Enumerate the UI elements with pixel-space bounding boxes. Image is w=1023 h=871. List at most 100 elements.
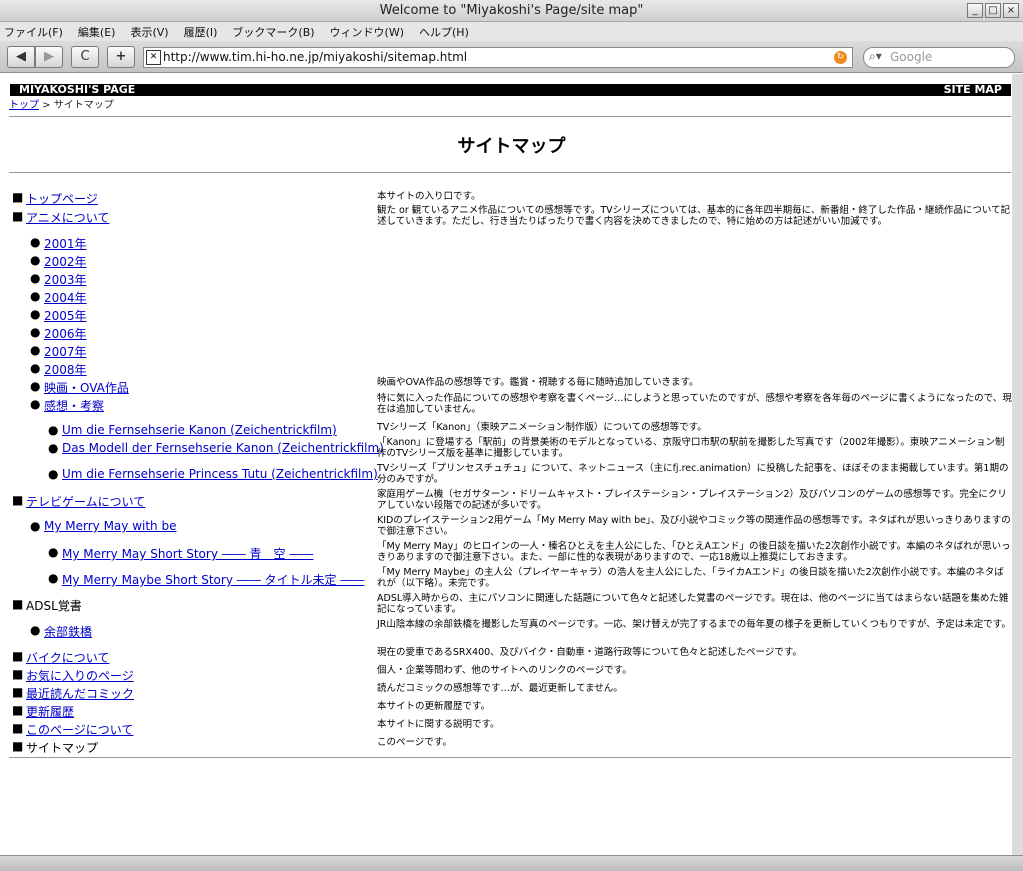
entry-description: KIDのプレイステーション2用ゲーム「My Merry May with be」… — [377, 515, 1011, 537]
entry-link[interactable]: My Merry May Short Story ―― 青 空 ―― — [62, 545, 313, 562]
circle-bullet-icon: ● — [30, 307, 41, 321]
entry-link[interactable]: バイクについて — [26, 649, 109, 666]
circle-bullet-icon: ● — [30, 325, 41, 339]
close-icon[interactable]: × — [1003, 3, 1019, 18]
page-favicon-icon: ✕ — [146, 50, 161, 65]
entry-description: 観た or 観ているアニメ作品についての感想等です。TVシリーズについては、基本… — [377, 205, 1011, 227]
entry-link[interactable]: 2005年 — [44, 307, 87, 324]
entry-link[interactable]: 映画・OVA作品 — [44, 379, 129, 396]
forward-button[interactable]: ▶ — [35, 46, 63, 68]
browser-toolbar: ◀ ▶ C + ✕ http://www.tim.hi-ho.ne.jp/miy… — [0, 41, 1023, 73]
entry-description: JR山陰本線の余部鉄橋を撮影した写真のページです。一応、架け替えが完了するまでの… — [377, 619, 1011, 630]
entry-link[interactable]: 感想・考察 — [44, 397, 104, 414]
square-bullet-icon: ■ — [12, 209, 24, 223]
section-name: SITE MAP — [943, 83, 1002, 96]
circle-bullet-icon: ● — [48, 441, 59, 455]
entry-description: 個人・企業等問わず、他のサイトへのリンクのページです。 — [377, 665, 632, 676]
entry-link[interactable]: Um die Fernsehserie Princess Tutu (Zeich… — [62, 467, 378, 481]
entry-description: 読んだコミックの感想等です…が、最近更新してません。 — [377, 683, 623, 694]
entry-link[interactable]: 余部鉄橋 — [44, 623, 92, 640]
entry-description: TVシリーズ「プリンセスチュチュ」について、ネットニュース（主にfj.rec.a… — [377, 463, 1009, 485]
search-placeholder: Google — [890, 50, 933, 64]
entry-link[interactable]: 2003年 — [44, 271, 87, 288]
rss-icon[interactable]: ↻ — [834, 51, 847, 64]
divider — [9, 172, 1011, 173]
entry-link[interactable]: 2002年 — [44, 253, 87, 270]
window-controls: _ □ × — [967, 3, 1019, 18]
entry-label: ADSL覚書 — [26, 599, 82, 613]
circle-bullet-icon: ● — [30, 271, 41, 285]
square-bullet-icon: ■ — [12, 739, 24, 753]
entry-link[interactable]: 更新履歴 — [26, 703, 74, 720]
circle-bullet-icon: ● — [30, 623, 41, 637]
circle-bullet-icon: ● — [30, 397, 41, 411]
entry-link[interactable]: アニメについて — [26, 209, 109, 226]
entry-description: ADSL導入時からの、主にパソコンに関連した話題について色々と記述した覚書のペー… — [377, 593, 1009, 615]
entry-link[interactable]: お気に入りのページ — [26, 667, 134, 684]
reload-button[interactable]: C — [71, 46, 99, 68]
breadcrumb-current: サイトマップ — [53, 100, 114, 111]
breadcrumb-home-link[interactable]: トップ — [9, 100, 39, 111]
status-bar — [0, 855, 1023, 871]
entry-description: 現在の愛車であるSRX400、及びバイク・自動車・道路行政等について色々と記述し… — [377, 647, 802, 658]
entry-description: 特に気に入った作品についての感想や考察を書くページ…にしようと思っていたのですが… — [377, 393, 1012, 415]
divider — [9, 757, 1011, 758]
square-bullet-icon: ■ — [12, 703, 24, 717]
circle-bullet-icon: ● — [48, 545, 59, 559]
entry-link[interactable]: My Merry May with be — [44, 519, 176, 533]
square-bullet-icon: ■ — [12, 667, 24, 681]
menu-history[interactable]: 履歴(I) — [184, 24, 218, 40]
entry-label: サイトマップ — [26, 741, 99, 755]
search-field[interactable]: ⌕▾ Google — [863, 47, 1015, 68]
circle-bullet-icon: ● — [30, 253, 41, 267]
circle-bullet-icon: ● — [48, 423, 59, 437]
entry-description: 「My Merry Maybe」の主人公（プレイヤーキャラ）の浩人を主人公にした… — [377, 567, 1004, 589]
entry-link[interactable]: My Merry Maybe Short Story ―― タイトル未定 ―― — [62, 571, 364, 588]
entry-description: 「Kanon」に登場する「駅前」の背景美術のモデルとなっている、京阪守口市駅の駅… — [377, 437, 1005, 459]
square-bullet-icon: ■ — [12, 649, 24, 663]
square-bullet-icon: ■ — [12, 597, 24, 611]
back-button[interactable]: ◀ — [7, 46, 35, 68]
address-bar[interactable]: ✕ http://www.tim.hi-ho.ne.jp/miyakoshi/s… — [143, 47, 853, 68]
menu-bookmarks[interactable]: ブックマーク(B) — [232, 24, 314, 40]
square-bullet-icon: ■ — [12, 190, 24, 204]
page-content: MIYAKOSHI'S PAGE SITE MAP トップ > サイトマップ サ… — [0, 74, 1023, 855]
entry-link[interactable]: トップページ — [26, 190, 98, 207]
entry-description: 本サイトの入り口です。 — [377, 191, 481, 202]
entry-link[interactable]: Das Modell der Fernsehserie Kanon (Zeich… — [62, 441, 384, 455]
entry-link[interactable]: Um die Fernsehserie Kanon (Zeichentrickf… — [62, 423, 337, 437]
minimize-icon[interactable]: _ — [967, 3, 983, 18]
site-header-bar: MIYAKOSHI'S PAGE SITE MAP — [10, 83, 1011, 96]
entry-link[interactable]: 2006年 — [44, 325, 87, 342]
site-name: MIYAKOSHI'S PAGE — [19, 83, 136, 96]
window-title: Welcome to "Miyakoshi's Page/site map" — [379, 3, 644, 18]
page-title: サイトマップ — [457, 136, 566, 157]
menu-bar: ファイル(F) 編集(E) 表示(V) 履歴(I) ブックマーク(B) ウィンド… — [0, 22, 1023, 41]
entry-link[interactable]: 2008年 — [44, 361, 87, 378]
entry-link[interactable]: このページについて — [26, 721, 133, 738]
entry-link[interactable]: 2007年 — [44, 343, 87, 360]
window-titlebar: Welcome to "Miyakoshi's Page/site map" _… — [0, 0, 1023, 22]
breadcrumb: トップ > サイトマップ — [9, 96, 114, 111]
menu-help[interactable]: ヘルプ(H) — [419, 24, 469, 40]
entry-link[interactable]: テレビゲームについて — [26, 493, 145, 510]
menu-file[interactable]: ファイル(F) — [4, 24, 63, 40]
entry-link[interactable]: 2001年 — [44, 235, 87, 252]
maximize-icon[interactable]: □ — [985, 3, 1001, 18]
menu-view[interactable]: 表示(V) — [130, 24, 168, 40]
entry-link[interactable]: 最近読んだコミック — [26, 685, 134, 702]
circle-bullet-icon: ● — [30, 361, 41, 375]
url-text[interactable]: http://www.tim.hi-ho.ne.jp/miyakoshi/sit… — [163, 48, 467, 67]
search-icon[interactable]: ⌕▾ — [869, 49, 882, 64]
navigation-buttons: ◀ ▶ C + — [7, 46, 135, 68]
square-bullet-icon: ■ — [12, 721, 24, 735]
menu-window[interactable]: ウィンドウ(W) — [330, 24, 404, 40]
circle-bullet-icon: ● — [30, 379, 41, 393]
entry-link[interactable]: 2004年 — [44, 289, 87, 306]
square-bullet-icon: ■ — [12, 685, 24, 699]
add-bookmark-button[interactable]: + — [107, 46, 135, 68]
square-bullet-icon: ■ — [12, 493, 24, 507]
entry-description: TVシリーズ「Kanon」（東映アニメーション制作版）についての感想等です。 — [377, 422, 707, 433]
entry-description: このページです。 — [377, 737, 452, 748]
menu-edit[interactable]: 編集(E) — [78, 24, 116, 40]
